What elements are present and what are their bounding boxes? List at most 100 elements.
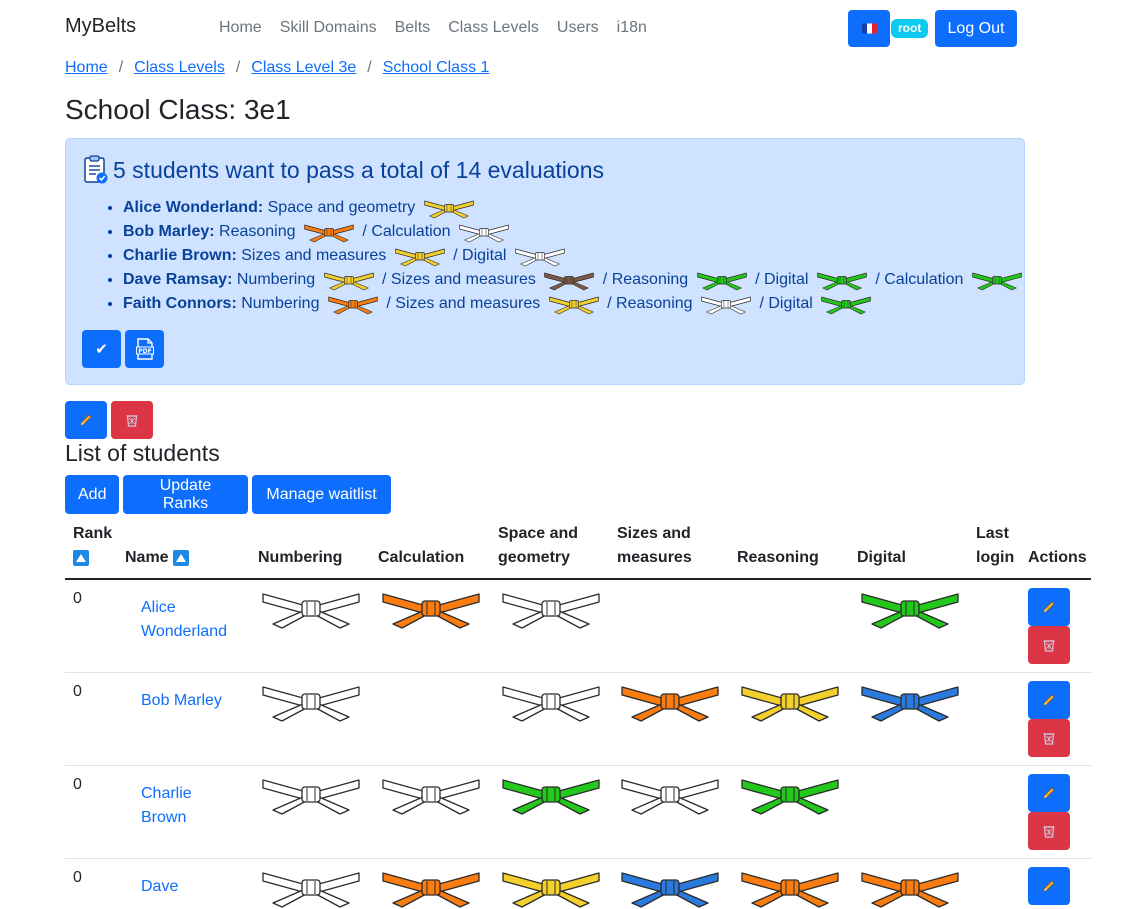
wish-domain: Numbering bbox=[236, 271, 316, 288]
white-belt-numbering bbox=[258, 586, 364, 630]
brown-belt-icon bbox=[542, 269, 596, 291]
sort-up-icon[interactable] bbox=[173, 549, 190, 566]
student-rank: 0 bbox=[73, 776, 82, 793]
white-belt-icon bbox=[457, 221, 511, 243]
yellow-belt-icon bbox=[422, 197, 476, 219]
trash-icon bbox=[1043, 733, 1055, 745]
wish-list: Alice Wonderland: Space and geometry Bob… bbox=[103, 196, 1026, 316]
breadcrumb-class-level[interactable]: Class Level 3e bbox=[251, 59, 356, 77]
green-belt-icon bbox=[819, 293, 873, 315]
pencil-icon bbox=[80, 414, 92, 426]
delete-student-button[interactable] bbox=[1028, 626, 1070, 664]
student-name-link[interactable]: Bob Marley bbox=[141, 689, 241, 713]
breadcrumb-separator: / bbox=[367, 59, 372, 76]
pdf-icon-label: PDF bbox=[138, 348, 151, 355]
wish-domain: Digital bbox=[462, 247, 507, 264]
wish-domain: Numbering bbox=[241, 295, 320, 312]
wish-separator: / bbox=[598, 271, 612, 288]
col-header-rank: Rank bbox=[73, 522, 112, 570]
green-belt-digital bbox=[857, 586, 963, 630]
yellow-belt-reasoning bbox=[737, 679, 843, 723]
white-belt-space-geometry bbox=[498, 586, 604, 630]
pencil-icon bbox=[1043, 694, 1055, 706]
update-ranks-button[interactable]: Update Ranks bbox=[123, 475, 248, 514]
pencil-icon bbox=[1043, 601, 1055, 613]
wish-item: Alice Wonderland: Space and geometry bbox=[123, 196, 1026, 220]
wish-domain: Reasoning bbox=[611, 271, 689, 288]
wish-item: Faith Connors: Numbering / Sizes and mea… bbox=[123, 292, 1026, 316]
export-pdf-button[interactable]: PDF bbox=[125, 330, 164, 368]
student-rank: 0 bbox=[73, 590, 82, 607]
wish-domain: Reasoning bbox=[219, 223, 296, 240]
blue-belt-digital bbox=[857, 679, 963, 723]
add-student-button[interactable]: Add bbox=[65, 475, 119, 514]
nav-item-class-levels[interactable]: Class Levels bbox=[448, 19, 539, 37]
student-name-link[interactable]: Alice Wonderland bbox=[141, 596, 241, 644]
nav-item-belts[interactable]: Belts bbox=[395, 19, 431, 37]
student-name-link[interactable]: Charlie Brown bbox=[141, 782, 241, 830]
brand-link[interactable]: MyBelts bbox=[65, 15, 136, 38]
orange-belt-calculation bbox=[378, 586, 484, 630]
language-button[interactable] bbox=[848, 10, 890, 47]
sort-up-icon[interactable] bbox=[73, 549, 89, 566]
edit-student-button[interactable] bbox=[1028, 774, 1070, 812]
orange-belt-calculation bbox=[378, 865, 484, 909]
wish-domain: Calculation bbox=[884, 271, 964, 288]
edit-student-button[interactable] bbox=[1028, 867, 1070, 905]
col-header-last-login: Last login bbox=[976, 525, 1015, 566]
blue-belt-sizes-measures bbox=[617, 865, 723, 909]
wish-domain: Digital bbox=[763, 271, 809, 288]
white-belt-numbering bbox=[258, 679, 364, 723]
col-header-calculation: Calculation bbox=[378, 549, 465, 566]
nav-item-i18n[interactable]: i18n bbox=[617, 19, 647, 37]
table-header-divider bbox=[65, 578, 1091, 580]
wish-domain: Sizes and measures bbox=[241, 247, 387, 264]
edit-student-button[interactable] bbox=[1028, 588, 1070, 626]
pdf-icon: PDF bbox=[135, 338, 154, 360]
edit-student-button[interactable] bbox=[1028, 681, 1070, 719]
col-header-space-geometry: Space and geometry bbox=[498, 525, 579, 566]
evaluation-summary-card: 5 students want to pass a total of 14 ev… bbox=[65, 138, 1025, 385]
delete-class-button[interactable] bbox=[111, 401, 153, 439]
col-header-digital: Digital bbox=[857, 549, 906, 566]
breadcrumb-home[interactable]: Home bbox=[65, 59, 108, 77]
wish-student-name: Alice Wonderland: bbox=[123, 199, 264, 216]
wish-domain: Sizes and measures bbox=[395, 295, 541, 312]
white-belt-numbering bbox=[258, 772, 364, 816]
breadcrumb-school-class[interactable]: School Class 1 bbox=[383, 59, 490, 77]
breadcrumb-class-levels[interactable]: Class Levels bbox=[134, 59, 225, 77]
nav-item-users[interactable]: Users bbox=[557, 19, 599, 37]
delete-student-button[interactable] bbox=[1028, 719, 1070, 757]
wish-separator: / bbox=[448, 247, 463, 264]
validate-evaluations-button[interactable]: ✔ bbox=[82, 330, 121, 368]
students-section-title: List of students bbox=[65, 440, 220, 466]
col-header-reasoning: Reasoning bbox=[737, 549, 819, 566]
pencil-icon bbox=[1043, 787, 1055, 799]
wish-domain: Sizes and measures bbox=[390, 271, 536, 288]
nav-item-skill-domains[interactable]: Skill Domains bbox=[280, 19, 377, 37]
delete-student-button[interactable] bbox=[1028, 812, 1070, 850]
student-name-link[interactable]: Dave bbox=[141, 875, 241, 899]
wish-domain: Calculation bbox=[371, 223, 451, 240]
yellow-belt-icon bbox=[322, 269, 376, 291]
user-badge: root bbox=[891, 19, 929, 38]
row-divider bbox=[65, 858, 1091, 859]
orange-belt-digital bbox=[857, 865, 963, 909]
wish-student-name: Charlie Brown: bbox=[123, 247, 237, 264]
summary-title: 5 students want to pass a total of 14 ev… bbox=[83, 155, 604, 185]
row-divider bbox=[65, 765, 1091, 766]
wish-separator: / bbox=[750, 271, 764, 288]
logout-button[interactable]: Log Out bbox=[935, 10, 1017, 47]
edit-class-button[interactable] bbox=[65, 401, 107, 439]
manage-waitlist-button[interactable]: Manage waitlist bbox=[252, 475, 391, 514]
wish-domain: Space and geometry bbox=[267, 199, 416, 216]
wish-domain: Reasoning bbox=[616, 295, 693, 312]
white-belt-sizes-measures bbox=[617, 772, 723, 816]
nav-item-home[interactable]: Home bbox=[219, 19, 262, 37]
clipboard-check-icon bbox=[84, 155, 108, 184]
col-header-sizes-measures: Sizes and measures bbox=[617, 525, 692, 566]
wish-student-name: Faith Connors: bbox=[123, 295, 237, 312]
wish-separator: / bbox=[377, 271, 391, 288]
trash-icon bbox=[1043, 826, 1055, 838]
breadcrumb: Home / Class Levels / Class Level 3e / S… bbox=[65, 59, 489, 77]
